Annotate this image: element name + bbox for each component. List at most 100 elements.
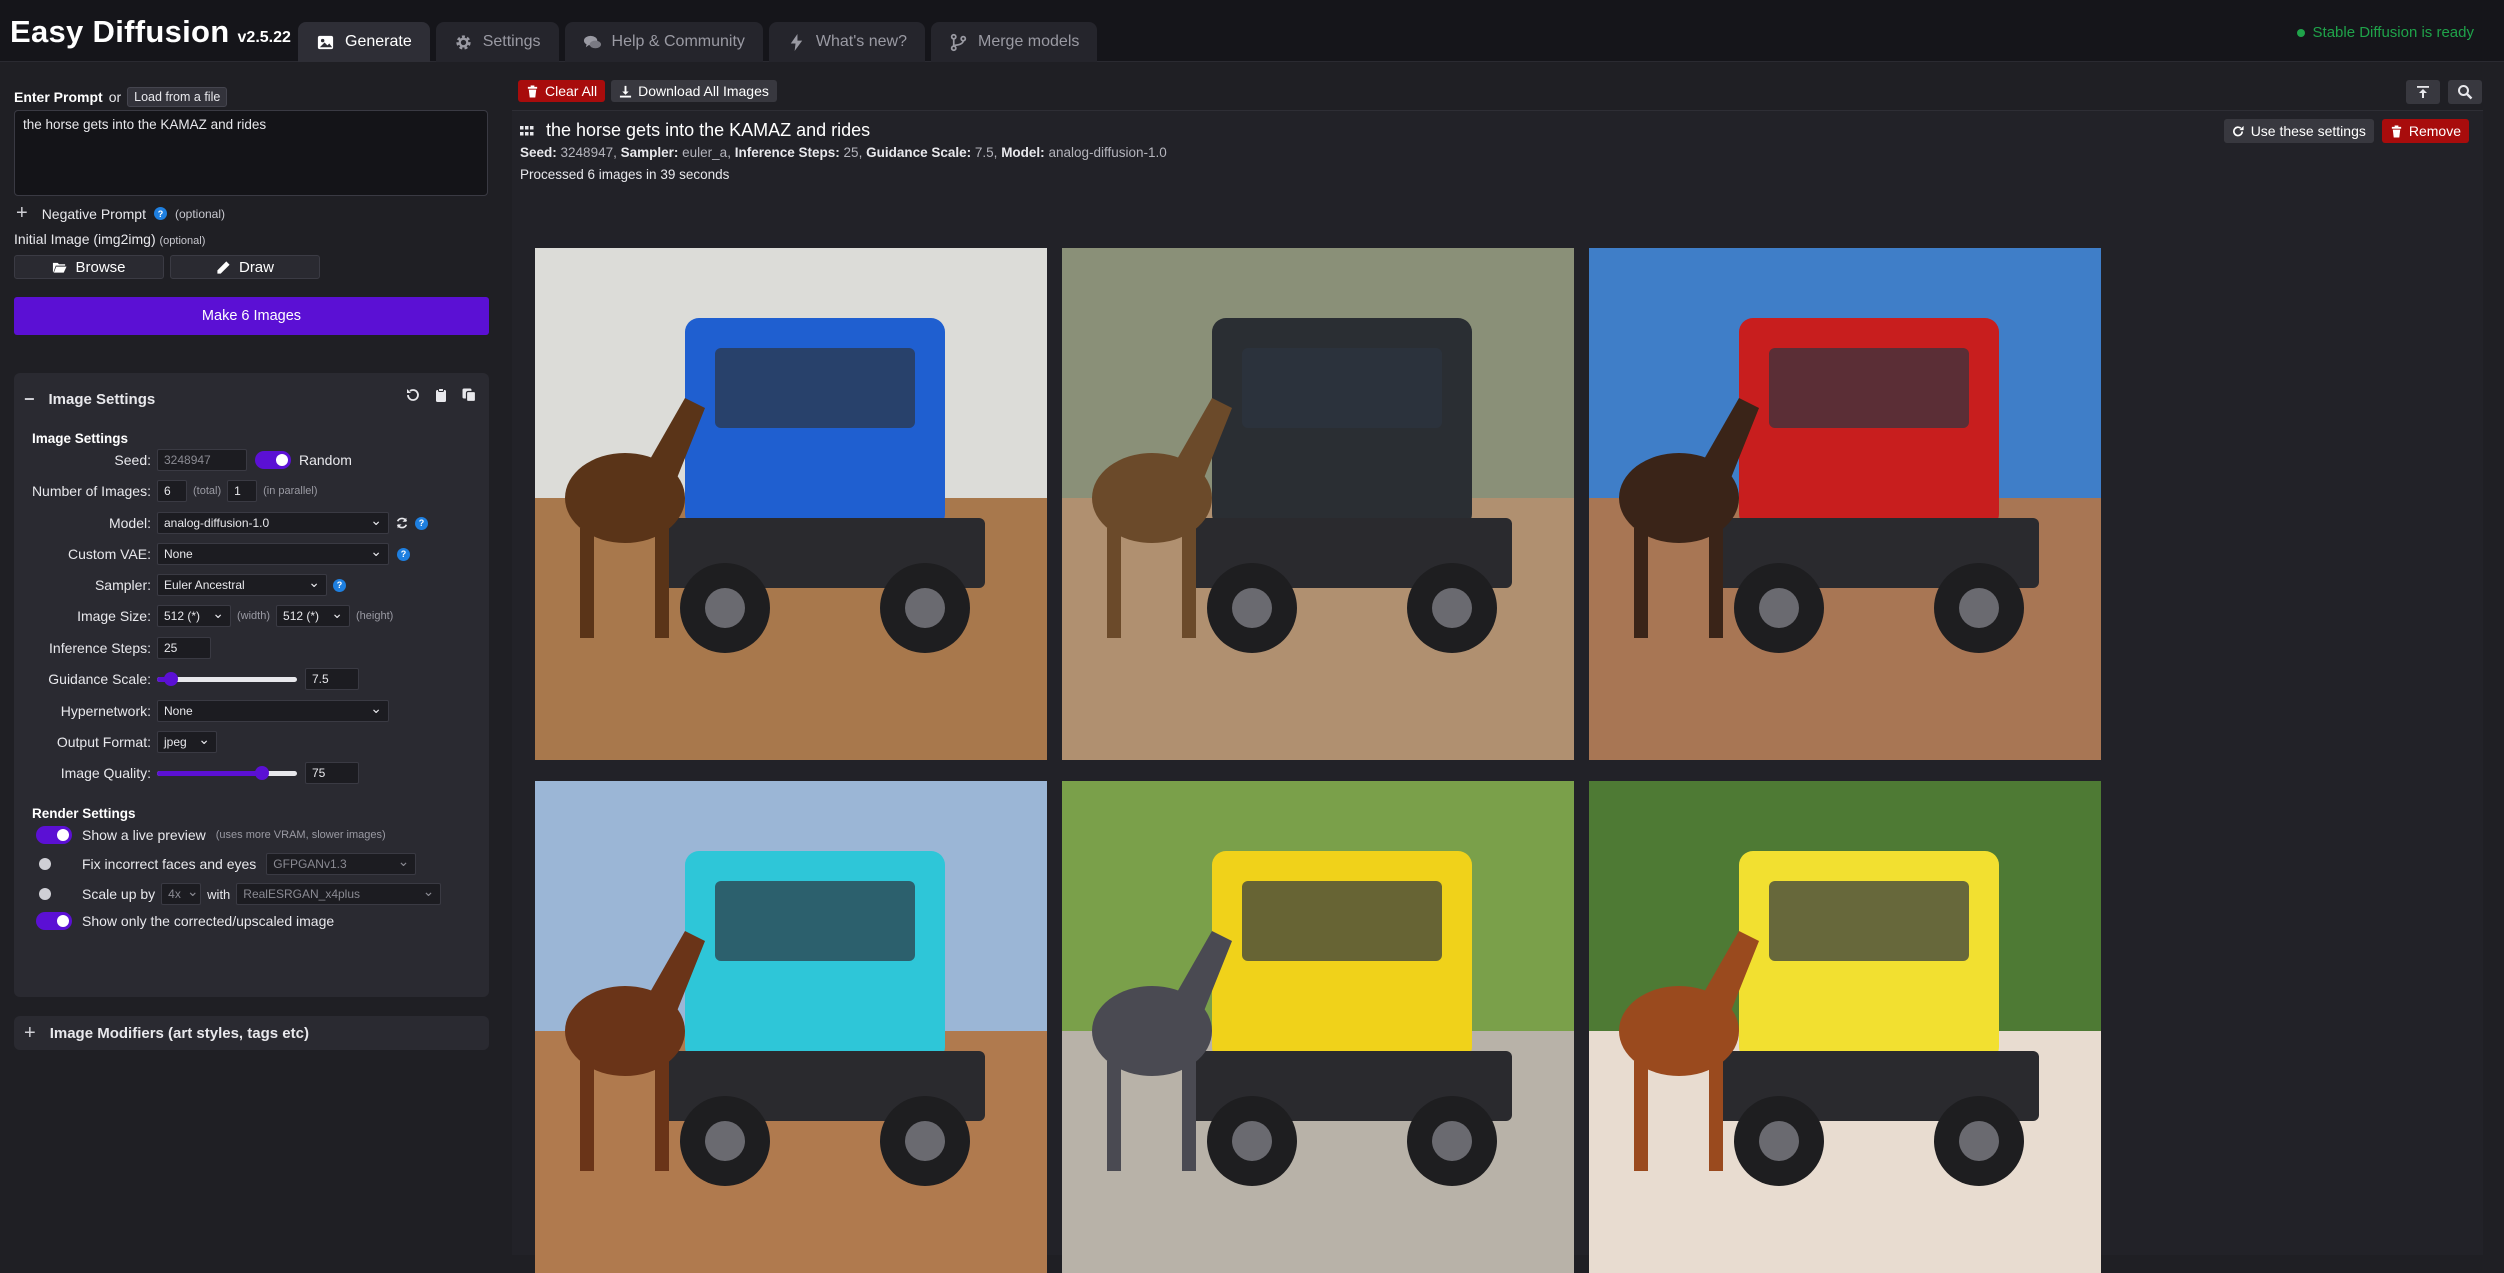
output-format-row: Output Format: jpeg — [14, 730, 489, 754]
grip-icon — [520, 125, 534, 135]
height-select[interactable]: 512 (*) — [276, 605, 351, 627]
upscale-row: Scale up by 4x with RealESRGAN_x4plus — [36, 883, 486, 905]
arrow-up-to-line-icon — [2417, 86, 2429, 98]
fix-faces-toggle[interactable] — [36, 855, 72, 873]
hypernetwork-select[interactable]: None — [157, 700, 389, 722]
image-modifiers-header[interactable]: + Image Modifiers (art styles, tags etc) — [14, 1016, 489, 1050]
seed-row: Seed: 3248947 Random — [14, 448, 489, 472]
make-images-button[interactable]: Make 6 Images — [14, 297, 489, 335]
image-quality-label: Image Quality: — [60, 765, 151, 781]
help-icon[interactable]: ? — [333, 578, 346, 592]
remove-task-button[interactable]: Remove — [2381, 119, 2469, 143]
image-size-row: Image Size: 512 (*) (width) 512 (*) (hei… — [14, 604, 489, 628]
image-quality-row: Image Quality: 75 — [14, 761, 489, 785]
task-settings-summary: Seed: 3248947, Sampler: euler_a, Inferen… — [520, 145, 1167, 160]
live-preview-toggle[interactable] — [36, 826, 72, 844]
custom-vae-select[interactable]: None — [157, 543, 389, 565]
trash-icon — [527, 84, 538, 98]
width-select[interactable]: 512 (*) — [157, 605, 231, 627]
parallel-input[interactable]: 1 — [227, 480, 258, 502]
task-header[interactable]: the horse gets into the KAMAZ and rides — [520, 120, 870, 141]
zoom-button[interactable] — [2448, 80, 2482, 104]
generated-image[interactable] — [1589, 781, 2101, 1273]
search-icon — [2458, 85, 2473, 100]
download-all-button[interactable]: Download All Images — [611, 80, 777, 102]
browse-label: Browse — [75, 258, 126, 276]
top-bar: Easy Diffusion v2.5.22 Generate Settings… — [0, 0, 2504, 62]
use-settings-button[interactable]: Use these settings — [2223, 119, 2374, 143]
show-corrected-label: Show only the corrected/upscaled image — [82, 913, 335, 929]
tab-label: Merge models — [978, 33, 1080, 50]
show-corrected-toggle[interactable] — [36, 912, 72, 930]
guidance-scale-input[interactable]: 7.5 — [305, 668, 359, 690]
face-model-select[interactable]: GFPGANv1.3 — [266, 853, 417, 875]
output-format-select[interactable]: jpeg — [157, 731, 217, 753]
generated-image[interactable] — [1062, 781, 1574, 1273]
total-hint: (total) — [193, 485, 222, 497]
task-prompt: the horse gets into the KAMAZ and rides — [546, 120, 871, 140]
optional-hint: (optional) — [159, 235, 206, 247]
image-render — [1589, 781, 2101, 1273]
slider-handle[interactable] — [164, 672, 178, 686]
tab-settings[interactable]: Settings — [435, 22, 559, 62]
num-images-row: Number of Images: 6 (total) 1 (in parall… — [14, 479, 489, 503]
random-seed-toggle[interactable] — [255, 451, 291, 469]
sampler-select[interactable]: Euler Ancestral — [157, 574, 327, 596]
tab-merge-models[interactable]: Merge models — [931, 22, 1098, 62]
generated-image[interactable] — [535, 248, 1047, 760]
seed-input[interactable]: 3248947 — [157, 449, 247, 471]
image-modifiers-title: Image Modifiers (art styles, tags etc) — [49, 1024, 309, 1042]
preview-toolbar-right — [2406, 80, 2482, 104]
remove-label: Remove — [2408, 123, 2461, 139]
server-status: Stable Diffusion is ready — [2296, 24, 2474, 41]
image-quality-input[interactable]: 75 — [305, 762, 359, 784]
generated-image[interactable] — [1062, 248, 1574, 760]
sampler-meta-value: euler_a — [682, 145, 728, 160]
model-row: Model: analog-diffusion-1.0 ? — [14, 511, 489, 535]
image-size-label: Image Size: — [77, 608, 151, 624]
generated-image[interactable] — [535, 781, 1047, 1273]
slider-handle[interactable] — [255, 766, 269, 780]
image-render — [535, 781, 1047, 1273]
image-settings-title: Image Settings — [48, 391, 156, 408]
browse-button[interactable]: Browse — [14, 255, 164, 279]
load-from-file-button[interactable]: Load from a file — [127, 87, 228, 107]
parallel-hint: (in parallel) — [263, 485, 318, 497]
image-quality-slider[interactable] — [157, 764, 297, 782]
tab-help-community[interactable]: Help & Community — [564, 22, 763, 62]
image-settings-header[interactable]: − Image Settings — [24, 389, 155, 410]
num-images-input[interactable]: 6 — [157, 480, 187, 502]
help-icon[interactable]: ? — [153, 207, 167, 220]
upscale-model-select[interactable]: RealESRGAN_x4plus — [236, 883, 442, 905]
refresh-icon[interactable] — [395, 516, 409, 530]
copy-icon[interactable] — [461, 387, 477, 403]
negative-prompt-label: Negative Prompt — [41, 205, 146, 222]
model-meta-value: analog-diffusion-1.0 — [1048, 145, 1167, 160]
tab-label: Settings — [482, 33, 541, 50]
sampler-meta-label: Sampler: — [620, 145, 679, 160]
initial-image-row: Initial Image (img2img) (optional) — [14, 231, 205, 247]
model-select[interactable]: analog-diffusion-1.0 — [157, 512, 389, 534]
hypernetwork-label: Hypernetwork: — [60, 703, 151, 719]
reset-icon[interactable] — [405, 387, 421, 403]
inference-steps-row: Inference Steps: 25 — [14, 636, 489, 660]
prompt-input[interactable]: the horse gets into the KAMAZ and rides — [14, 110, 488, 196]
clipboard-icon[interactable] — [433, 387, 449, 403]
main-tabs: Generate Settings Help & Community What'… — [298, 22, 1098, 62]
draw-button[interactable]: Draw — [170, 255, 320, 279]
inference-steps-input[interactable]: 25 — [157, 637, 211, 659]
upscale-factor-select[interactable]: 4x — [161, 883, 202, 905]
image-settings-subheading: Image Settings — [32, 431, 129, 446]
negative-prompt-toggle[interactable]: + Negative Prompt ? (optional) — [16, 202, 225, 225]
clear-all-button[interactable]: Clear All — [518, 80, 606, 102]
tab-generate[interactable]: Generate — [298, 22, 430, 62]
plus-icon: + — [24, 1021, 36, 1044]
help-icon[interactable]: ? — [397, 547, 410, 561]
collapse-all-button[interactable] — [2406, 80, 2440, 104]
tab-whats-new[interactable]: What's new? — [768, 22, 925, 62]
guidance-scale-slider[interactable] — [157, 670, 297, 688]
generated-image[interactable] — [1589, 248, 2101, 760]
help-icon[interactable]: ? — [415, 516, 428, 530]
upscale-toggle[interactable] — [36, 885, 72, 903]
seed-meta-label: Seed: — [520, 145, 557, 160]
